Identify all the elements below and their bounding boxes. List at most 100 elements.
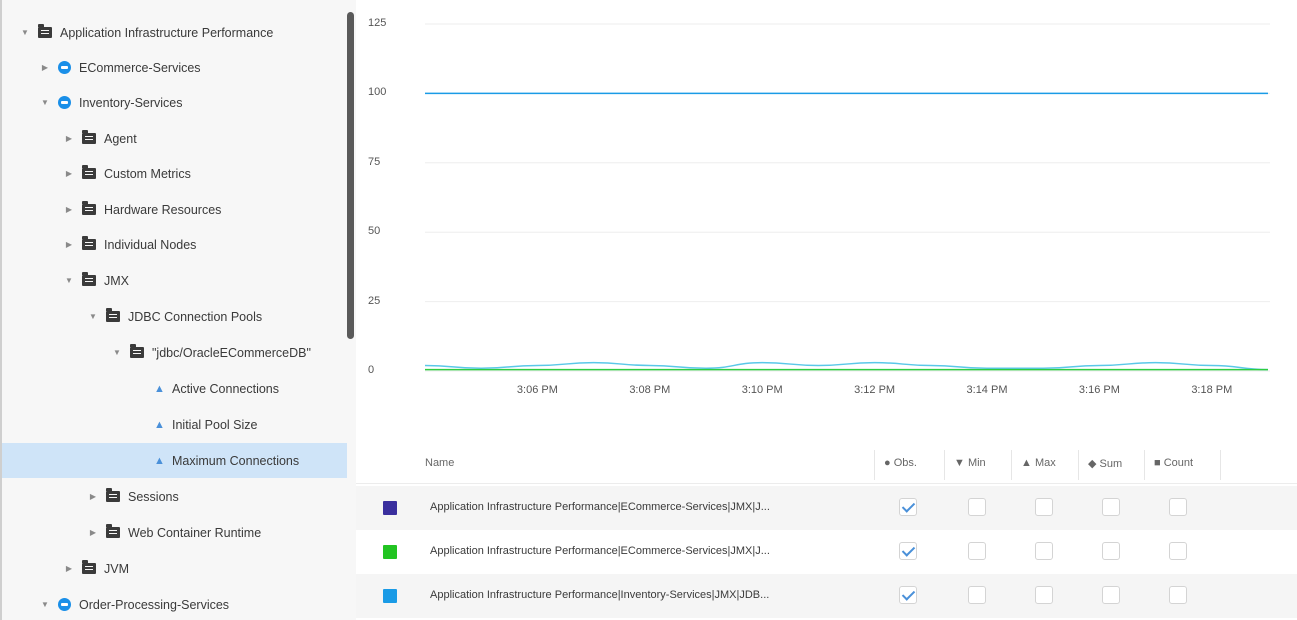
folder-icon [82,201,96,215]
max-checkbox[interactable] [1035,498,1053,516]
min-checkbox[interactable] [968,586,986,604]
tree-item-label: Order-Processing-Services [79,597,230,612]
column-header-min[interactable]: ▼ Min [954,457,986,469]
x-tick-label: 3:18 PM [1191,384,1233,396]
series-line-1[interactable] [424,361,1269,371]
count-checkbox[interactable] [1169,586,1187,604]
y-tick-label: 25 [368,294,381,307]
table-row[interactable]: Application Infrastructure Performance|E… [356,530,1297,574]
tree-item-initial-pool-size[interactable]: ▲ Initial Pool Size [2,407,347,442]
tree-item-label: Inventory-Services [79,95,183,110]
obs-checkbox[interactable] [899,498,917,516]
chart-plot [424,23,1270,372]
tree-item-order-processing-services[interactable]: ▼ Order-Processing-Services [2,587,347,620]
tree-item-jdbc-oracle-ecommerce-db[interactable]: ▼ "jdbc/OracleECommerceDB" [2,335,347,370]
chevron-right-icon[interactable]: ▶ [64,240,74,249]
table-row[interactable]: Application Infrastructure Performance|E… [356,486,1297,530]
sum-checkbox[interactable] [1102,542,1120,560]
chevron-down-icon[interactable]: ▼ [40,98,50,107]
tree-scrollbar[interactable] [347,12,354,339]
min-checkbox[interactable] [968,498,986,516]
column-header-sum[interactable]: ◆ Sum [1088,457,1122,470]
series-name: Application Infrastructure Performance|I… [430,589,770,601]
tree-item-maximum-connections[interactable]: ▲ Maximum Connections [2,443,347,478]
y-tick-label: 100 [368,86,387,99]
tree-item-application-infrastructure-performance[interactable]: ▼ Application Infrastructure Performance [2,15,347,50]
column-header-max[interactable]: ▲ Max [1021,457,1056,469]
chevron-right-icon[interactable]: ▶ [64,205,74,214]
chevron-right-icon[interactable]: ▶ [64,134,74,143]
tree-item-jvm[interactable]: ▶ JVM [2,551,347,586]
folder-icon [130,344,144,358]
chevron-down-icon[interactable]: ▼ [20,28,30,37]
tree-item-label: Agent [104,131,137,146]
tree-item-label: Web Container Runtime [128,525,262,540]
column-header-count[interactable]: ■ Count [1154,457,1193,469]
tree-item-ecommerce-services[interactable]: ▶ ECommerce-Services [2,50,347,85]
metric-chart-icon: ▲ [154,382,165,395]
tree-item-active-connections[interactable]: ▲ Active Connections [2,371,347,406]
tree-item-label: Sessions [128,489,179,504]
obs-checkbox[interactable] [899,542,917,560]
chevron-down-icon[interactable]: ▼ [112,348,122,357]
tree-item-sessions[interactable]: ▶ Sessions [2,479,347,514]
tier-icon [58,96,71,109]
x-tick-label: 3:08 PM [629,384,671,396]
column-header-name[interactable]: Name [425,457,454,469]
series-color-swatch [383,589,397,603]
chevron-right-icon[interactable]: ▶ [88,492,98,501]
metric-tree: ▼ Application Infrastructure Performance… [0,0,356,620]
tree-item-agent[interactable]: ▶ Agent [2,121,347,156]
metric-chart-icon: ▲ [154,454,165,467]
sum-checkbox[interactable] [1102,586,1120,604]
tree-item-label: Hardware Resources [104,202,222,217]
table-row[interactable]: Application Infrastructure Performance|I… [356,574,1297,618]
folder-icon [82,130,96,144]
tree-item-label: JDBC Connection Pools [128,309,263,324]
series-color-swatch [383,545,397,559]
tree-item-individual-nodes[interactable]: ▶ Individual Nodes [2,227,347,262]
x-tick-label: 3:14 PM [966,384,1008,396]
chevron-down-icon[interactable]: ▼ [40,600,50,609]
obs-checkbox[interactable] [899,586,917,604]
min-checkbox[interactable] [968,542,986,560]
tree-item-label: Individual Nodes [104,237,197,252]
series-name: Application Infrastructure Performance|E… [430,501,770,513]
tree-item-jdbc-connection-pools[interactable]: ▼ JDBC Connection Pools [2,299,347,334]
chevron-down-icon[interactable]: ▼ [88,312,98,321]
count-checkbox[interactable] [1169,542,1187,560]
folder-icon [106,524,120,538]
sum-checkbox[interactable] [1102,498,1120,516]
tree-item-label: Active Connections [172,381,280,396]
y-tick-label: 50 [368,225,381,238]
max-checkbox[interactable] [1035,586,1053,604]
tree-item-jmx[interactable]: ▼ JMX [2,263,347,298]
x-tick-label: 3:10 PM [741,384,783,396]
y-tick-label: 75 [368,155,381,168]
tree-item-custom-metrics[interactable]: ▶ Custom Metrics [2,156,347,191]
chevron-right-icon[interactable]: ▶ [64,564,74,573]
tier-icon [58,61,71,74]
table-header: Name ● Obs. ▼ Min ▲ Max ◆ Sum ■ Count [356,444,1297,484]
metric-chart-icon: ▲ [154,418,165,431]
folder-icon [82,272,96,286]
chevron-right-icon[interactable]: ▶ [64,169,74,178]
count-checkbox[interactable] [1169,498,1187,516]
folder-icon [38,24,52,38]
tree-item-label: Application Infrastructure Performance [60,25,274,40]
folder-icon [82,236,96,250]
tree-item-web-container-runtime[interactable]: ▶ Web Container Runtime [2,515,347,550]
tree-item-label: Custom Metrics [104,166,191,181]
chevron-right-icon[interactable]: ▶ [88,528,98,537]
tree-item-inventory-services[interactable]: ▼ Inventory-Services [2,85,347,120]
y-tick-label: 0 [368,364,375,376]
chevron-right-icon[interactable]: ▶ [40,63,50,72]
max-checkbox[interactable] [1035,542,1053,560]
series-table: Name ● Obs. ▼ Min ▲ Max ◆ Sum ■ Count Ap… [356,444,1297,620]
column-header-obs[interactable]: ● Obs. [884,457,917,469]
series-name: Application Infrastructure Performance|E… [430,545,770,557]
tree-item-label: "jdbc/OracleECommerceDB" [152,345,311,360]
tier-icon [58,598,71,611]
tree-item-hardware-resources[interactable]: ▶ Hardware Resources [2,192,347,227]
chevron-down-icon[interactable]: ▼ [64,276,74,285]
